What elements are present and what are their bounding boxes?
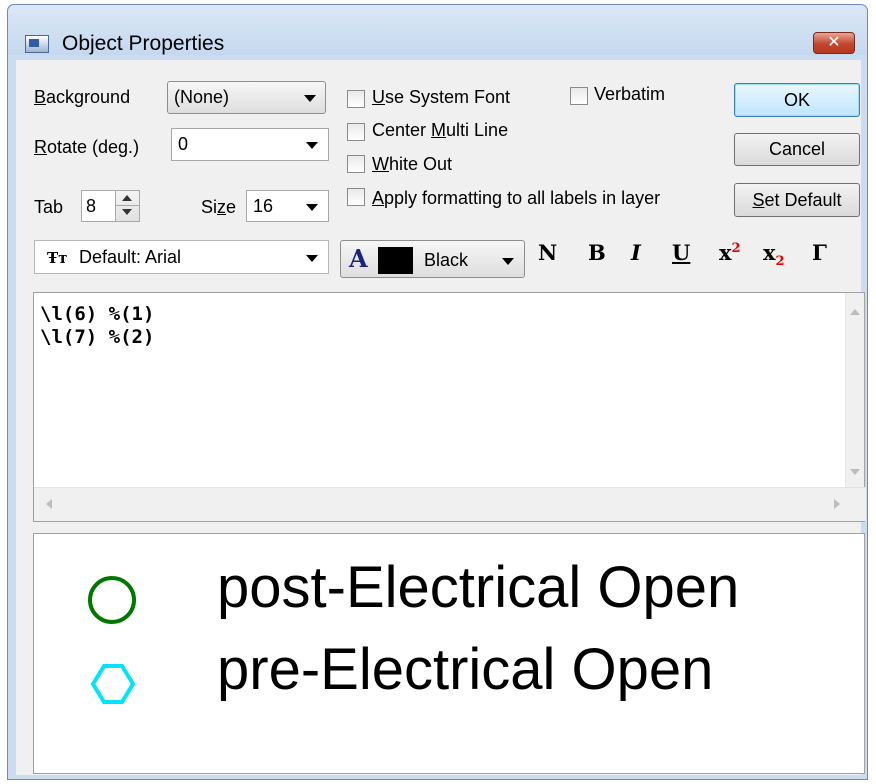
editor-content[interactable]: \l(6) %(1) \l(7) %(2) [40,303,154,349]
editor-line: \l(7) %(2) [40,326,155,348]
font-value: Default: Arial [79,247,182,267]
rotate-combo[interactable]: 0 [171,128,329,161]
title-bar[interactable]: Object Properties ✕ [8,5,867,55]
white-out-checkbox[interactable] [347,155,365,173]
tab-label: Tab [34,197,64,217]
tab-value: 8 [86,196,97,216]
chevron-down-icon [306,255,318,262]
window-title: Object Properties [62,32,225,55]
chevron-down-icon [306,204,318,211]
vertical-scrollbar[interactable] [845,293,864,487]
spin-down-icon[interactable] [122,209,132,215]
center-multi-line-label[interactable]: Center Multi Line [372,120,508,141]
verbatim-checkbox[interactable] [570,87,588,105]
center-multi-line-checkbox[interactable] [347,123,365,141]
apply-all-checkbox[interactable] [347,188,365,206]
background-select[interactable]: (None) [167,81,326,114]
scroll-left-icon[interactable] [46,499,52,509]
app-window-icon [25,35,49,53]
greek-button[interactable]: Γ [812,240,827,265]
label-preview: post-Electrical Open pre-Electrical Open [33,533,865,774]
set-default-button[interactable]: Set Default [734,183,860,217]
legend-entry-label: pre-Electrical Open [217,637,714,702]
tab-input[interactable]: 8 [81,190,116,222]
chevron-down-icon [502,258,514,265]
scroll-right-icon[interactable] [834,499,840,509]
use-system-font-checkbox[interactable] [347,90,365,108]
background-label: Background [34,87,131,107]
chevron-down-icon [306,142,318,149]
size-label: Size [201,197,237,217]
object-properties-dialog: Object Properties ✕ Background (None) Ro… [7,4,868,780]
underline-button[interactable]: U [672,240,690,265]
truetype-font-icon: Ŧᴛ [47,249,68,267]
subscript-button[interactable]: x2 [763,240,785,269]
verbatim-label[interactable]: Verbatim [594,84,665,105]
background-label-text: ackground [46,87,131,107]
close-button[interactable]: ✕ [813,32,855,54]
label-text-editor[interactable]: \l(6) %(1) \l(7) %(2) [33,292,866,522]
font-color-select[interactable]: A Black [340,240,525,278]
color-value: Black [424,250,469,270]
dialog-content: Background (None) Rotate (deg.) 0 Tab 8 … [16,60,866,775]
chevron-down-icon [304,95,316,102]
ok-button[interactable]: OK [734,83,860,117]
rotate-value: 0 [178,134,189,154]
apply-all-label[interactable]: Apply formatting to all labels in layer [372,188,660,209]
font-color-icon: A [349,244,368,273]
size-value: 16 [253,196,274,216]
superscript-button[interactable]: x2 [719,240,741,265]
normal-button[interactable]: N [538,240,557,265]
font-select[interactable]: Ŧᴛ Default: Arial [34,240,329,274]
circle-icon [88,576,136,624]
italic-button[interactable]: I [631,240,641,265]
preview-symbols [88,576,136,704]
close-icon: ✕ [827,34,841,51]
background-value: (None) [174,87,230,107]
editor-line: \l(6) %(1) [40,303,155,325]
color-swatch [378,247,413,274]
scroll-up-icon[interactable] [850,309,860,315]
spin-up-icon[interactable] [122,195,132,201]
tab-spinner[interactable] [115,190,140,222]
size-combo[interactable]: 16 [246,190,329,222]
scroll-down-icon[interactable] [850,469,860,475]
rotate-label: Rotate (deg.) [34,137,140,157]
horizontal-scrollbar[interactable] [34,487,866,521]
cancel-button[interactable]: Cancel [734,133,860,166]
use-system-font-label[interactable]: Use System Font [372,87,510,108]
legend-entry-label: post-Electrical Open [217,555,740,620]
hexagon-icon [90,664,136,704]
bold-button[interactable]: B [588,240,606,265]
white-out-label[interactable]: White Out [372,154,452,175]
